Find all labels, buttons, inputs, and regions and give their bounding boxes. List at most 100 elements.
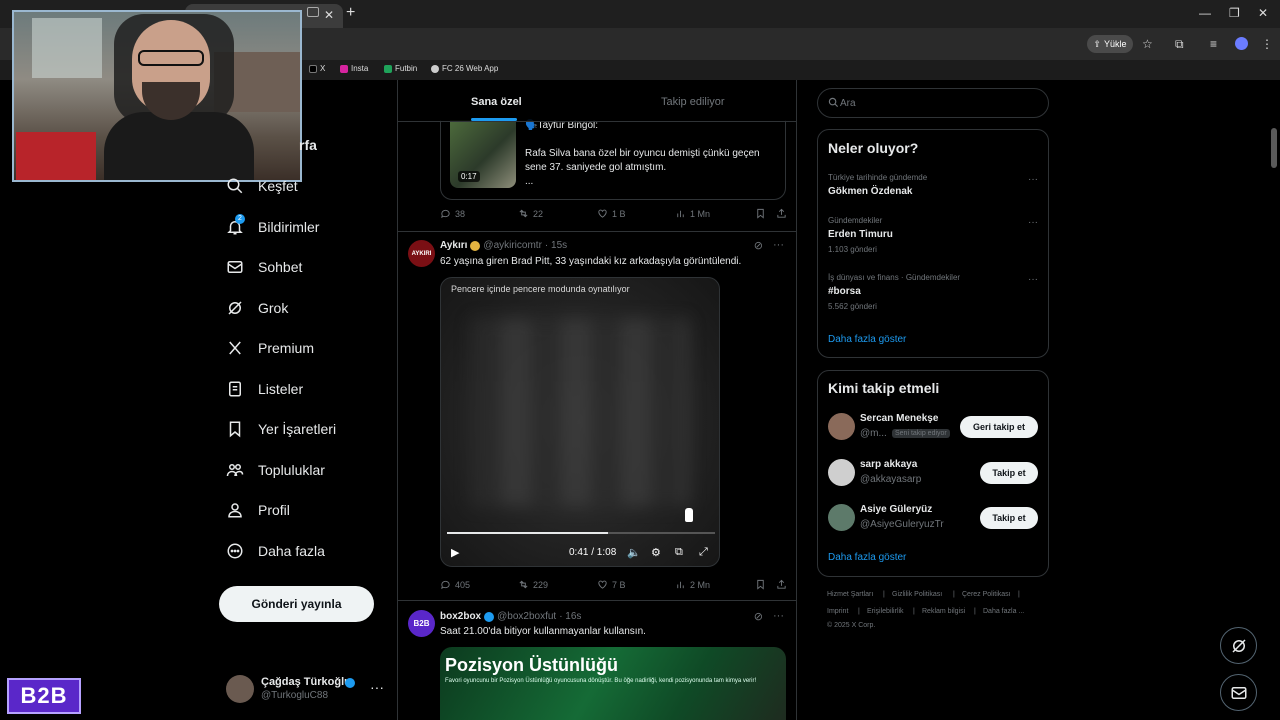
footer-link-more[interactable]: Daha fazla ...: [983, 608, 1024, 615]
grok-floating-button[interactable]: [1220, 627, 1257, 664]
media-controls-icon[interactable]: ≡: [1210, 37, 1217, 51]
video-player[interactable]: Pencere içinde pencere modunda oynatılıy…: [440, 277, 720, 567]
grok-icon[interactable]: ⊘: [754, 239, 763, 252]
account-switcher[interactable]: Çağdaş Türkoğlu @TurkogluC88 ···: [226, 673, 386, 707]
post-time[interactable]: · 16s: [559, 611, 581, 622]
more-icon[interactable]: ···: [773, 239, 784, 252]
footer-link-cookies[interactable]: Çerez Politikası: [962, 591, 1011, 598]
like-button[interactable]: 7 B: [597, 579, 626, 590]
window-close-button[interactable]: ✕: [1258, 6, 1268, 20]
tab-close-icon[interactable]: ✕: [324, 8, 334, 22]
trend-name[interactable]: #borsa: [828, 286, 861, 297]
account-more-icon[interactable]: ···: [370, 679, 384, 695]
footer-separator: |: [913, 608, 915, 615]
window-minimize-button[interactable]: —: [1199, 6, 1211, 20]
avatar[interactable]: [828, 459, 855, 486]
picture-in-picture-icon[interactable]: [307, 7, 319, 17]
post-author-name[interactable]: box2box: [440, 611, 481, 622]
post-author-name[interactable]: Aykırı: [440, 240, 467, 251]
address-bar[interactable]: [300, 34, 1170, 54]
footer-link-imprint[interactable]: Imprint: [827, 608, 848, 615]
video-duration: 0:17: [458, 171, 480, 182]
quoted-post-card[interactable]: 0:17 🗣️Tayfur Bingöl: Rafa Silva bana öz…: [440, 120, 786, 200]
footer-link-terms[interactable]: Hizmet Şartları: [827, 591, 873, 598]
bookmark-button[interactable]: [755, 208, 766, 219]
bookmark-insta[interactable]: Insta: [340, 64, 368, 73]
post-image[interactable]: Pozisyon Üstünlüğü Favori oyuncunu bir P…: [440, 647, 786, 720]
follow-button[interactable]: Takip et: [980, 507, 1038, 529]
follow-name[interactable]: Asiye Güleryüz: [860, 504, 932, 515]
repost-count: 229: [533, 579, 549, 590]
bookmark-x[interactable]: X: [309, 64, 325, 73]
play-icon[interactable]: ▶: [451, 546, 459, 559]
tab-following[interactable]: Takip ediliyor: [661, 96, 725, 108]
bookmark-fc26[interactable]: FC 26 Web App: [431, 64, 498, 73]
bookmark-button[interactable]: [755, 579, 766, 590]
extensions-icon[interactable]: ⧉: [1175, 37, 1184, 52]
reply-button[interactable]: 38: [440, 208, 465, 219]
nav-item-more[interactable]: Daha fazla: [226, 537, 325, 565]
grok-icon[interactable]: ⊘: [754, 610, 763, 623]
quoted-video-thumbnail[interactable]: 0:17: [450, 120, 516, 188]
repost-button[interactable]: 22: [518, 208, 543, 219]
pip-icon[interactable]: ⧉: [675, 546, 683, 559]
footer-link-privacy[interactable]: Gizlilik Politikası: [892, 591, 942, 598]
tab-for-you[interactable]: Sana özel: [471, 96, 522, 108]
repost-button[interactable]: 229: [518, 579, 548, 590]
post-time[interactable]: · 15s: [545, 240, 567, 251]
follow-button[interactable]: Takip et: [980, 462, 1038, 484]
nav-item-premium[interactable]: Premium: [226, 334, 314, 362]
reply-count: 405: [455, 579, 471, 590]
follow-show-more-link[interactable]: Daha fazla göster: [828, 552, 906, 563]
messages-floating-button[interactable]: [1220, 674, 1257, 711]
search-box[interactable]: Ara: [817, 88, 1049, 118]
nav-item-label: Topluluklar: [258, 462, 325, 478]
avatar[interactable]: [828, 504, 855, 531]
settings-icon[interactable]: ⚙: [651, 546, 661, 559]
trend-name[interactable]: Gökmen Özdenak: [828, 186, 912, 197]
browser-menu-icon[interactable]: ⋮: [1261, 37, 1273, 51]
trend-more-icon[interactable]: ···: [1028, 217, 1038, 228]
avatar[interactable]: [828, 413, 855, 440]
nav-item-explore[interactable]: Keşfet: [226, 172, 298, 200]
nav-item-messages[interactable]: Sohbet: [226, 253, 302, 281]
verified-badge-icon: [345, 678, 355, 688]
nav-item-grok[interactable]: Grok: [226, 294, 288, 322]
nav-item-lists[interactable]: Listeler: [226, 375, 303, 403]
upload-button[interactable]: ⇪ Yükle: [1087, 35, 1133, 53]
footer-link-ads-info[interactable]: Reklam bilgisi: [922, 608, 965, 615]
page-scrollbar[interactable]: [1271, 128, 1277, 168]
window-maximize-button[interactable]: ❐: [1229, 6, 1240, 20]
trend-name[interactable]: Erden Timuru: [828, 229, 893, 240]
follow-back-button[interactable]: Geri takip et: [960, 416, 1038, 438]
like-button[interactable]: 1 B: [597, 208, 626, 219]
avatar[interactable]: AYKIRI: [408, 240, 435, 267]
profile-extension-icon[interactable]: [1235, 37, 1248, 50]
reply-button[interactable]: 405: [440, 579, 470, 590]
star-icon[interactable]: ☆: [1142, 37, 1153, 51]
views-button[interactable]: 1 Mn: [675, 208, 710, 219]
share-button[interactable]: [776, 208, 787, 219]
avatar[interactable]: B2B: [408, 610, 435, 637]
trends-show-more-link[interactable]: Daha fazla göster: [828, 334, 906, 345]
trend-more-icon[interactable]: ···: [1028, 174, 1038, 185]
views-button[interactable]: 2 Mn: [675, 579, 710, 590]
follow-name[interactable]: sarp akkaya: [860, 459, 917, 470]
new-tab-button[interactable]: +: [346, 4, 355, 22]
more-icon[interactable]: ···: [773, 610, 784, 623]
post-author-handle[interactable]: @aykiricomtr: [483, 240, 542, 251]
volume-icon[interactable]: 🔈: [627, 546, 641, 559]
nav-item-profile[interactable]: Profil: [226, 496, 290, 524]
post-button[interactable]: Gönderi yayınla: [219, 586, 374, 622]
nav-item-communities[interactable]: Topluluklar: [226, 456, 325, 484]
follow-name[interactable]: Sercan Menekşe: [860, 413, 938, 424]
footer-link-accessibility[interactable]: Erişilebilirlik: [867, 608, 904, 615]
fullscreen-icon[interactable]: ⤢: [699, 546, 708, 559]
trend-more-icon[interactable]: ···: [1028, 274, 1038, 285]
bookmark-futbin[interactable]: Futbin: [384, 64, 417, 73]
post-author-handle[interactable]: @box2boxfut: [497, 611, 556, 622]
grok-icon: [1231, 638, 1246, 653]
video-progress-bar[interactable]: [447, 532, 715, 534]
nav-item-bookmarks[interactable]: Yer İşaretleri: [226, 415, 336, 443]
share-button[interactable]: [776, 579, 787, 590]
